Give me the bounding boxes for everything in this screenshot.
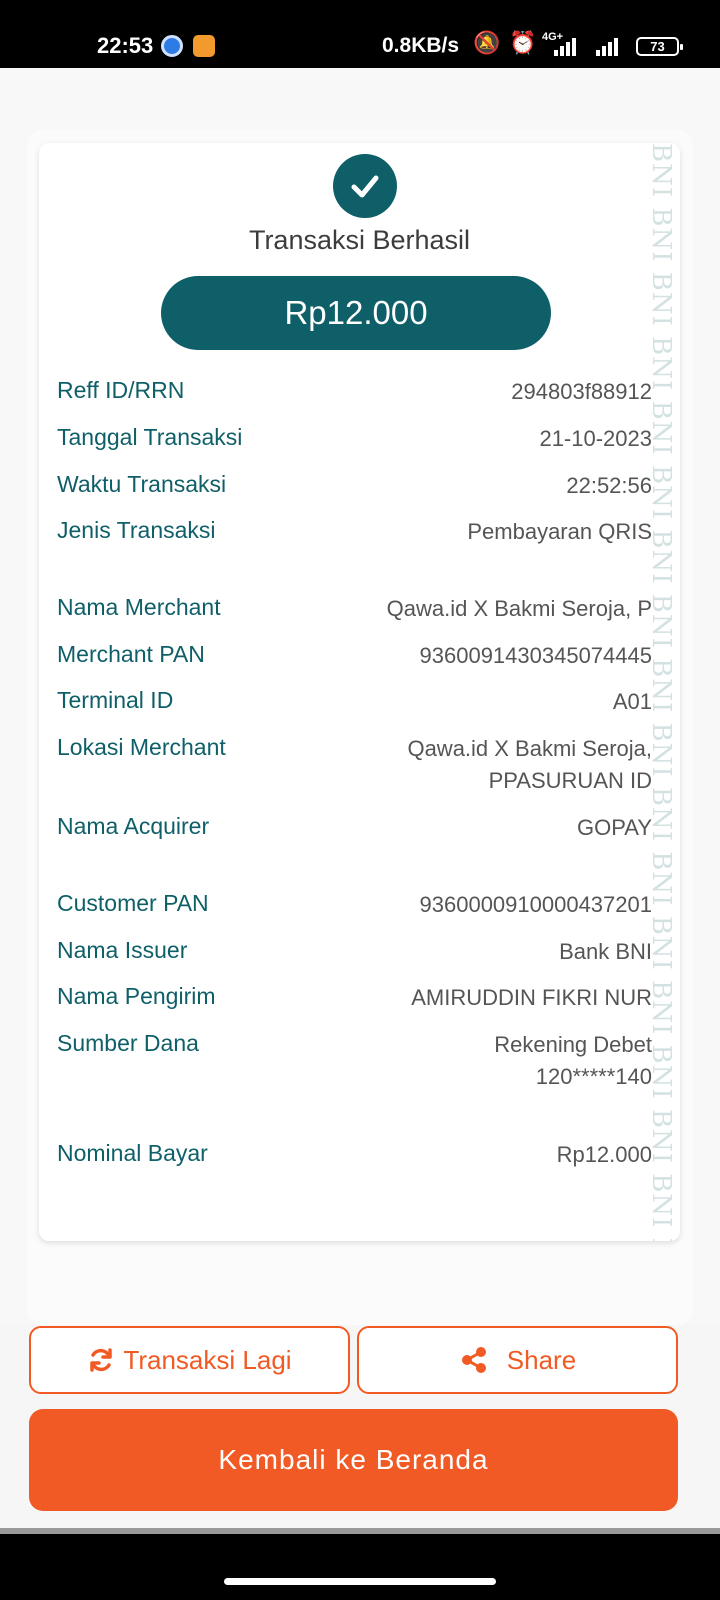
receipt-card: BNI BNI BNI BNI BNI BNI BNI BNI BNI BNI …	[39, 143, 680, 1241]
alarm-icon: ⏰	[509, 30, 537, 55]
signal-icon	[554, 36, 576, 56]
value-waktu: 22:52:56	[566, 473, 652, 498]
value-nama-merchant: Qawa.id X Bakmi Seroja, P	[386, 596, 652, 621]
app-notification-icon	[161, 35, 183, 57]
label-sumber-dana: Sumber Dana	[57, 1030, 199, 1056]
label-jenis: Jenis Transaksi	[57, 517, 216, 543]
value-nama-issuer: Bank BNI	[559, 939, 652, 964]
value-lokasi-line1: Qawa.id X Bakmi Seroja,	[407, 736, 652, 761]
value-lokasi-merchant: Qawa.id X Bakmi Seroja, PPASURUAN ID	[407, 733, 652, 797]
transaction-status: Transaksi Berhasil	[248, 225, 471, 255]
value-nama-pengirim: AMIRUDDIN FIKRI NUR	[411, 985, 652, 1010]
kembali-ke-beranda-button[interactable]: Kembali ke Beranda	[29, 1409, 678, 1511]
label-nama-acquirer: Nama Acquirer	[57, 813, 210, 839]
label-terminal-id: Terminal ID	[57, 687, 174, 713]
value-sumber-dana: Rekening Debet 120*****140	[494, 1029, 652, 1093]
share-button[interactable]: Share	[357, 1326, 678, 1394]
value-reff-id: 294803f88912	[511, 379, 652, 404]
value-jenis: Pembayaran QRIS	[467, 519, 652, 544]
label-lokasi-merchant: Lokasi Merchant	[57, 734, 226, 760]
value-sumber-line1: Rekening Debet	[494, 1032, 652, 1057]
value-lokasi-line2: PPASURUAN ID	[488, 768, 652, 793]
transaksi-lagi-button[interactable]: Transaksi Lagi	[29, 1326, 350, 1394]
app-notification-icon-2	[193, 35, 215, 57]
label-reff-id: Reff ID/RRN	[57, 377, 185, 403]
mute-icon: 🔕	[473, 30, 501, 55]
status-bar: 22:53 0.8KB/s 🔕 ⏰ 4G+ 73	[0, 0, 720, 68]
transaksi-lagi-label: Transaksi Lagi	[123, 1344, 292, 1375]
value-terminal-id: A01	[612, 689, 652, 714]
label-tanggal: Tanggal Transaksi	[57, 424, 243, 450]
battery-icon: 73	[636, 37, 683, 56]
system-nav-bar	[0, 1534, 720, 1600]
share-icon	[461, 1347, 486, 1373]
label-customer-pan: Customer PAN	[57, 890, 209, 916]
signal-icon-2	[596, 36, 618, 56]
refresh-icon	[90, 1348, 113, 1372]
home-indicator[interactable]	[224, 1578, 496, 1585]
label-nominal-bayar: Nominal Bayar	[57, 1140, 208, 1166]
label-nama-merchant: Nama Merchant	[57, 594, 221, 620]
value-customer-pan: 9360000910000437201	[419, 892, 652, 917]
value-sumber-line2: 120*****140	[535, 1064, 652, 1089]
success-check-icon	[333, 154, 397, 218]
label-waktu: Waktu Transaksi	[57, 471, 227, 497]
value-tanggal: 21-10-2023	[539, 426, 652, 451]
value-merchant-pan: 9360091430345074445	[419, 643, 652, 668]
label-nama-pengirim: Nama Pengirim	[57, 983, 216, 1009]
label-merchant-pan: Merchant PAN	[57, 641, 205, 667]
check-icon	[351, 175, 379, 198]
share-label: Share	[506, 1344, 577, 1375]
value-nama-acquirer: GOPAY	[577, 815, 652, 840]
network-speed: 0.8KB/s	[382, 34, 460, 57]
value-nominal-bayar: Rp12.000	[556, 1142, 652, 1167]
amount-badge: Rp12.000	[161, 276, 551, 350]
status-time: 22:53	[97, 33, 154, 58]
label-nama-issuer: Nama Issuer	[57, 937, 188, 963]
